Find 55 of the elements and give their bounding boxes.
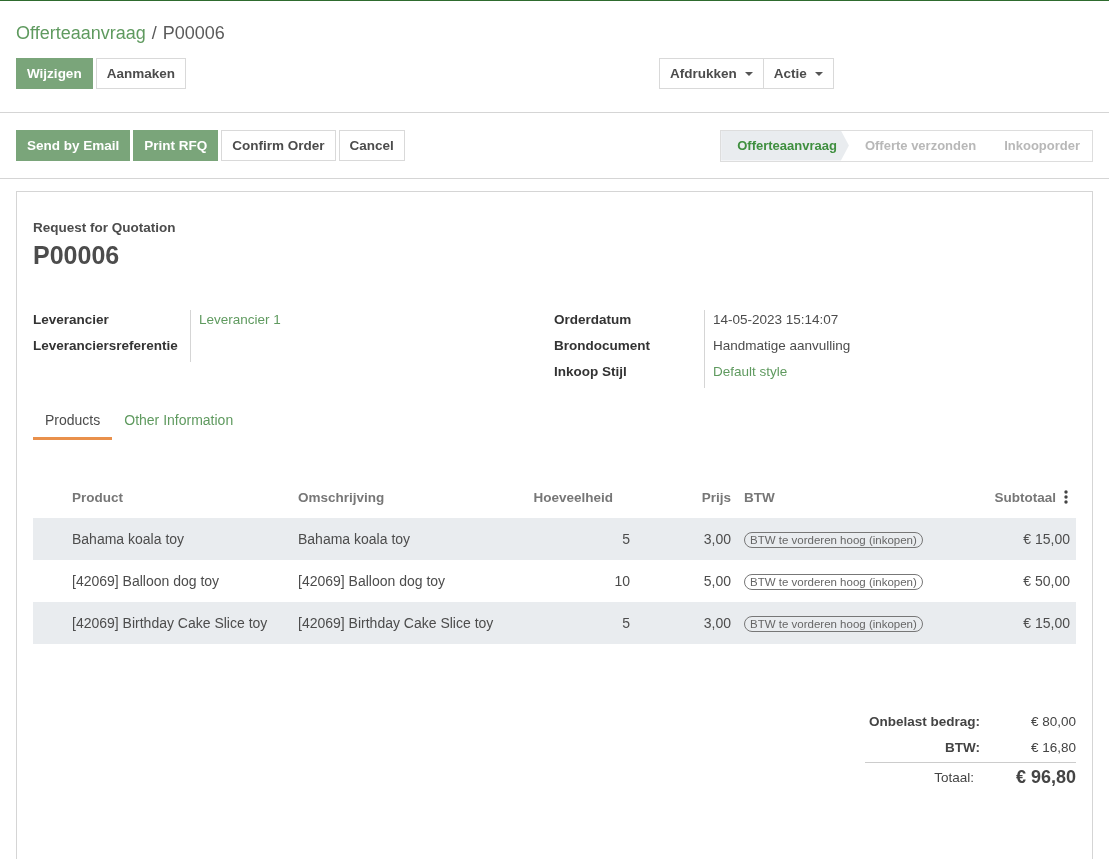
table-cell-text: 3,00 <box>702 615 731 631</box>
field-label: Orderdatum <box>554 310 705 336</box>
total-value: € 80,00 <box>1029 713 1076 729</box>
column-header[interactable]: Hoeveelheid <box>520 489 630 505</box>
total-label: Onbelast bedrag: <box>867 713 981 729</box>
action-button[interactable]: Send by Email <box>16 130 131 161</box>
field-label: Brondocument <box>554 336 705 362</box>
table-cell-text: 5 <box>621 531 630 547</box>
tab[interactable]: Products <box>33 412 113 440</box>
column-header[interactable]: BTW <box>731 489 931 505</box>
breadcrumb-current: P00006 <box>162 23 225 44</box>
status-step[interactable]: Offerteaanvraag <box>721 130 849 161</box>
table-cell-text: 5 <box>621 615 630 631</box>
dropdown-button[interactable]: Afdrukken <box>658 58 764 89</box>
edit-button[interactable]: Wijzigen <box>16 58 93 89</box>
column-header[interactable]: Prijs <box>630 489 731 505</box>
table-cell-text: € 50,00 <box>1022 573 1071 589</box>
field-value: 14-05-2023 15:14:07 <box>712 311 840 329</box>
table-cell-text: € 15,00 <box>1022 531 1071 547</box>
table-cell-text: 3,00 <box>702 531 731 547</box>
table-cell-text: [42069] Birthday Cake Slice toy <box>72 615 269 631</box>
field-link[interactable]: Default style <box>705 362 1054 388</box>
document-type-label: Request for Quotation <box>33 220 177 235</box>
document-title: P00006 <box>33 241 121 270</box>
table-cell-text: [42069] Balloon dog toy <box>72 573 221 589</box>
total-value: € 96,80 <box>1014 767 1076 788</box>
field-label: Leveranciersreferentie <box>33 336 191 362</box>
total-label: Totaal: <box>933 770 975 785</box>
table-cell-text: 5,00 <box>702 573 731 589</box>
action-button[interactable]: Print RFQ <box>133 130 219 161</box>
table-cell-text: 10 <box>613 573 630 589</box>
table-cell-text: [42069] Birthday Cake Slice toy <box>298 615 495 631</box>
create-button[interactable]: Aanmaken <box>95 58 186 89</box>
field-label: Leverancier <box>33 310 191 336</box>
table-cell-text: € 15,00 <box>1022 615 1071 631</box>
table-cell-text: Bahama koala toy <box>72 531 186 547</box>
column-header[interactable]: Omschrijving <box>298 489 520 505</box>
table-cell-text: Bahama koala toy <box>298 531 412 547</box>
dropdown-button[interactable]: Actie <box>762 58 834 89</box>
breadcrumb-link[interactable]: Offerteaanvraag <box>16 23 146 44</box>
caret-icon <box>814 71 823 76</box>
total-label: BTW: <box>944 739 981 755</box>
field-link[interactable]: Leverancier 1 <box>191 310 554 336</box>
column-header[interactable]: Product <box>72 489 298 505</box>
column-header[interactable]: Subtotaal <box>994 489 1056 505</box>
table-cell-text: [42069] Balloon dog toy <box>298 573 447 589</box>
action-button[interactable]: Cancel <box>338 130 405 161</box>
field-value: Handmatige aanvulling <box>712 337 852 355</box>
caret-icon <box>744 71 753 76</box>
field-label: Inkoop Stijl <box>554 362 705 388</box>
breadcrumb-separator: / <box>151 23 157 44</box>
action-button[interactable]: Confirm Order <box>221 130 336 161</box>
total-value: € 16,80 <box>1029 739 1076 755</box>
more-options-icon[interactable] <box>1064 490 1068 504</box>
tab[interactable]: Other Information <box>112 412 246 440</box>
